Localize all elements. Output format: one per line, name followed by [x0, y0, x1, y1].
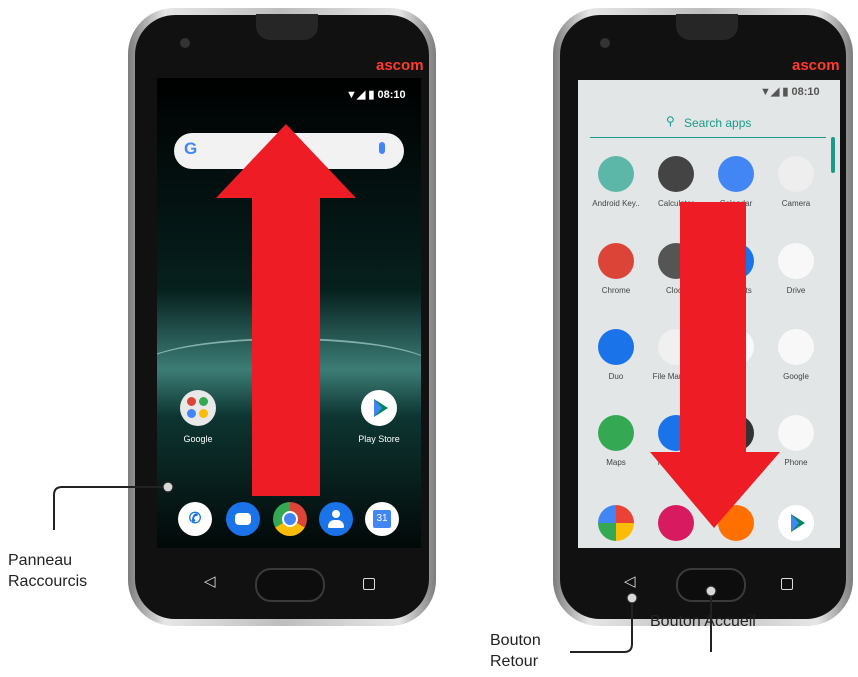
back-button-line-1: Bouton	[490, 632, 541, 649]
back-button-line-2: Retour	[490, 653, 539, 670]
shortcuts-panel-line-1: Panneau	[8, 552, 73, 569]
back-button-callout: Bouton Retour	[490, 630, 541, 672]
home-button-callout: Bouton Accueil	[650, 613, 756, 630]
callout-lines	[53, 481, 717, 653]
shortcuts-panel-line-2: Raccourcis	[8, 573, 88, 590]
shortcuts-panel-callout: Panneau Raccourcis	[8, 550, 87, 592]
